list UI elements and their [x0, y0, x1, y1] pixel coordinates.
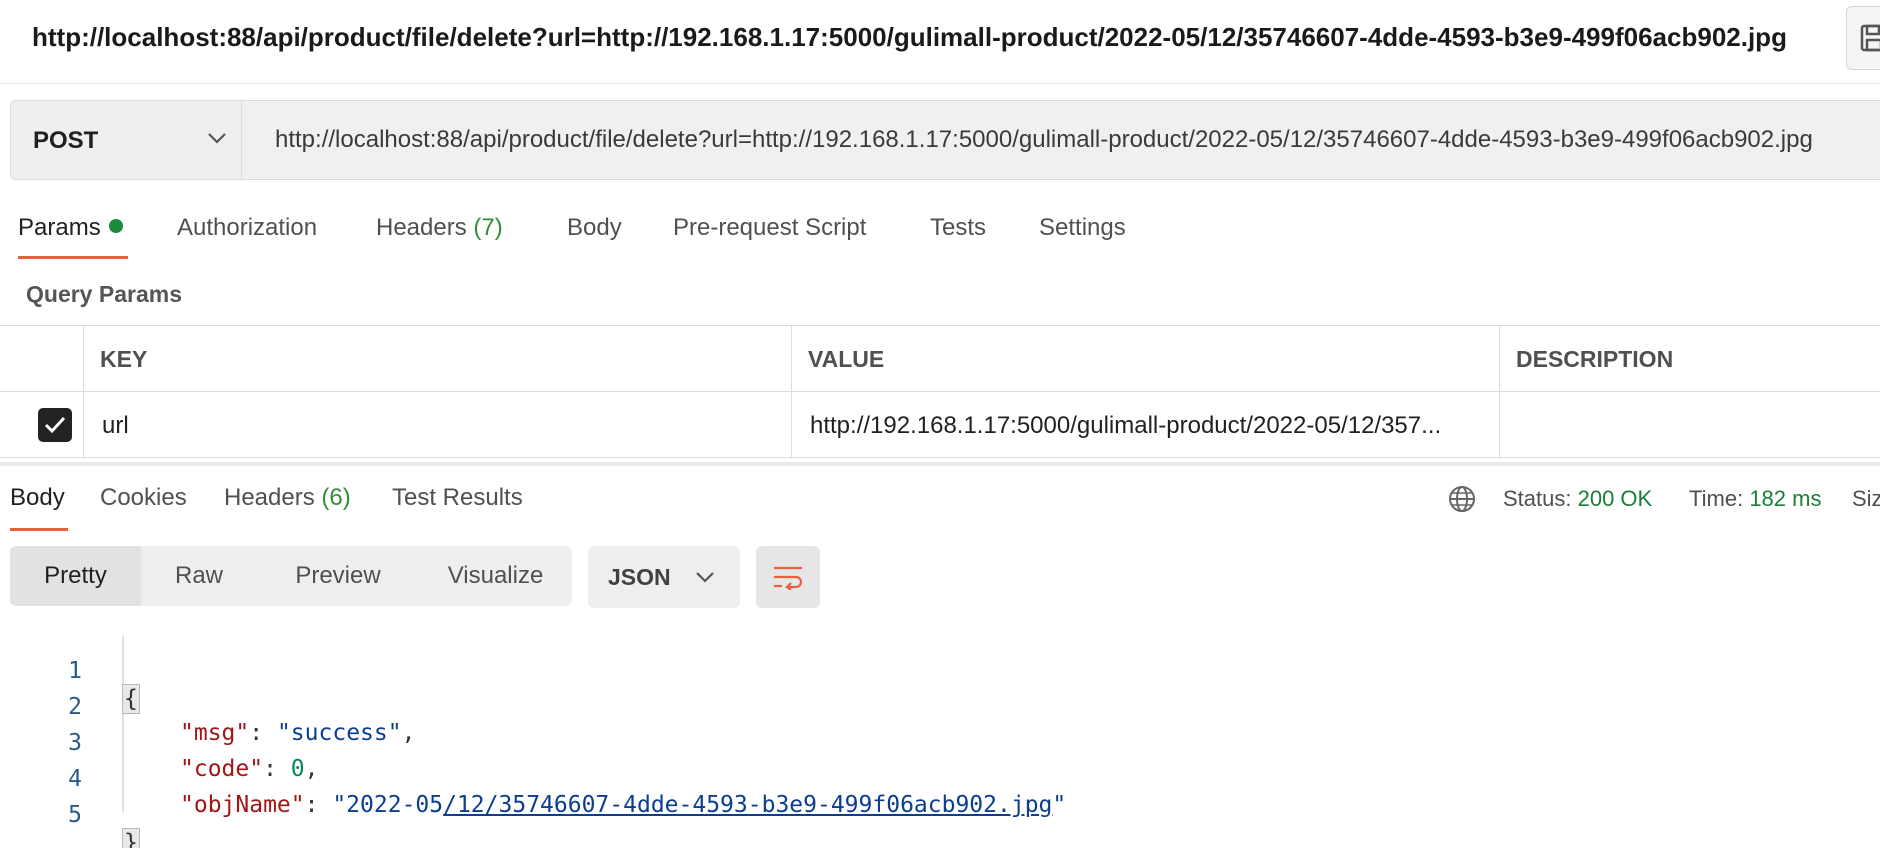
pane-divider[interactable] — [0, 462, 1880, 466]
view-visualize-button[interactable]: Visualize — [419, 546, 572, 606]
response-status[interactable]: Status: 200 OK — [1503, 486, 1652, 512]
time-value: 182 ms — [1749, 486, 1822, 511]
column-header-value: VALUE — [792, 326, 1500, 392]
response-tab-cookies[interactable]: Cookies — [100, 484, 187, 512]
param-enabled-checkbox[interactable] — [38, 408, 72, 442]
params-active-dot — [108, 219, 123, 233]
method-label: POST — [33, 127, 99, 154]
wrap-lines-button[interactable] — [756, 546, 820, 608]
tab-params[interactable]: Params — [18, 214, 123, 242]
request-title[interactable]: http://localhost:88/api/product/file/del… — [32, 22, 1787, 53]
tab-body[interactable]: Body — [567, 214, 622, 242]
code-line: 3 "code": 0, — [0, 704, 1880, 782]
column-header-description: DESCRIPTION — [1500, 326, 1880, 392]
checkmark-icon — [44, 416, 66, 434]
line-number: 5 — [68, 802, 82, 828]
tab-headers-label: Headers — [376, 214, 467, 241]
view-raw-button[interactable]: Raw — [141, 546, 257, 606]
header-checkbox-column — [0, 326, 84, 392]
response-tab-test-results[interactable]: Test Results — [392, 484, 523, 512]
json-close-brace: } — [122, 828, 140, 848]
tab-pre-request-script[interactable]: Pre-request Script — [673, 214, 866, 242]
view-preview-button[interactable]: Preview — [257, 546, 419, 606]
request-title-bar: http://localhost:88/api/product/file/del… — [0, 0, 1880, 84]
code-line: 2 "msg": "success", — [0, 668, 1880, 746]
request-bar: POST — [10, 100, 1880, 180]
active-tab-indicator — [18, 256, 128, 259]
code-line: 5 } — [0, 776, 1880, 848]
response-size[interactable]: Siz — [1852, 486, 1880, 512]
response-body-viewer[interactable]: 1 { 2 "msg": "success", 3 "code": 0, 4 "… — [0, 628, 1880, 848]
view-mode-group: Pretty Raw Preview Visualize — [10, 546, 572, 606]
format-select[interactable]: JSON — [588, 546, 740, 608]
response-headers-count: (6) — [321, 484, 351, 511]
tab-params-label: Params — [18, 214, 101, 241]
code-line: 1 { — [0, 632, 1880, 714]
response-headers-label: Headers — [224, 484, 315, 511]
time-label: Time: — [1689, 486, 1744, 511]
headers-count: (7) — [473, 214, 503, 241]
wrap-lines-icon — [774, 566, 803, 590]
status-label: Status: — [1503, 486, 1572, 511]
status-value: 200 OK — [1577, 486, 1653, 511]
tab-headers[interactable]: Headers (7) — [376, 214, 503, 242]
query-params-table: KEY VALUE DESCRIPTION url http://192.168… — [0, 325, 1880, 460]
globe-icon[interactable] — [1447, 484, 1477, 514]
method-select[interactable]: POST — [11, 101, 242, 179]
response-time[interactable]: Time: 182 ms — [1689, 486, 1821, 512]
chevron-down-icon — [696, 572, 714, 583]
param-description-cell[interactable] — [1500, 392, 1880, 458]
param-value-cell[interactable]: http://192.168.1.17:5000/gulimall-produc… — [792, 392, 1500, 458]
response-tab-headers[interactable]: Headers (6) — [224, 484, 351, 512]
view-pretty-button[interactable]: Pretty — [10, 546, 141, 606]
chevron-down-icon — [208, 133, 226, 144]
save-button[interactable] — [1846, 6, 1880, 70]
tab-settings[interactable]: Settings — [1039, 214, 1126, 242]
query-params-title: Query Params — [26, 281, 182, 307]
tab-tests[interactable]: Tests — [930, 214, 986, 242]
param-key-cell[interactable]: url — [84, 392, 792, 458]
format-label: JSON — [608, 564, 671, 590]
save-icon — [1860, 24, 1880, 52]
response-active-tab-indicator — [10, 528, 68, 531]
request-tabs: Params Authorization Headers (7) Body Pr… — [0, 206, 1880, 262]
response-tabs: Body Cookies Headers (6) Test Results St… — [0, 478, 1880, 534]
response-tab-body[interactable]: Body — [10, 484, 65, 512]
code-line: 4 "objName": "2022-05/12/35746607-4dde-4… — [0, 740, 1880, 818]
url-input[interactable] — [243, 101, 1880, 179]
tab-authorization[interactable]: Authorization — [177, 214, 317, 242]
column-header-key: KEY — [84, 326, 792, 392]
